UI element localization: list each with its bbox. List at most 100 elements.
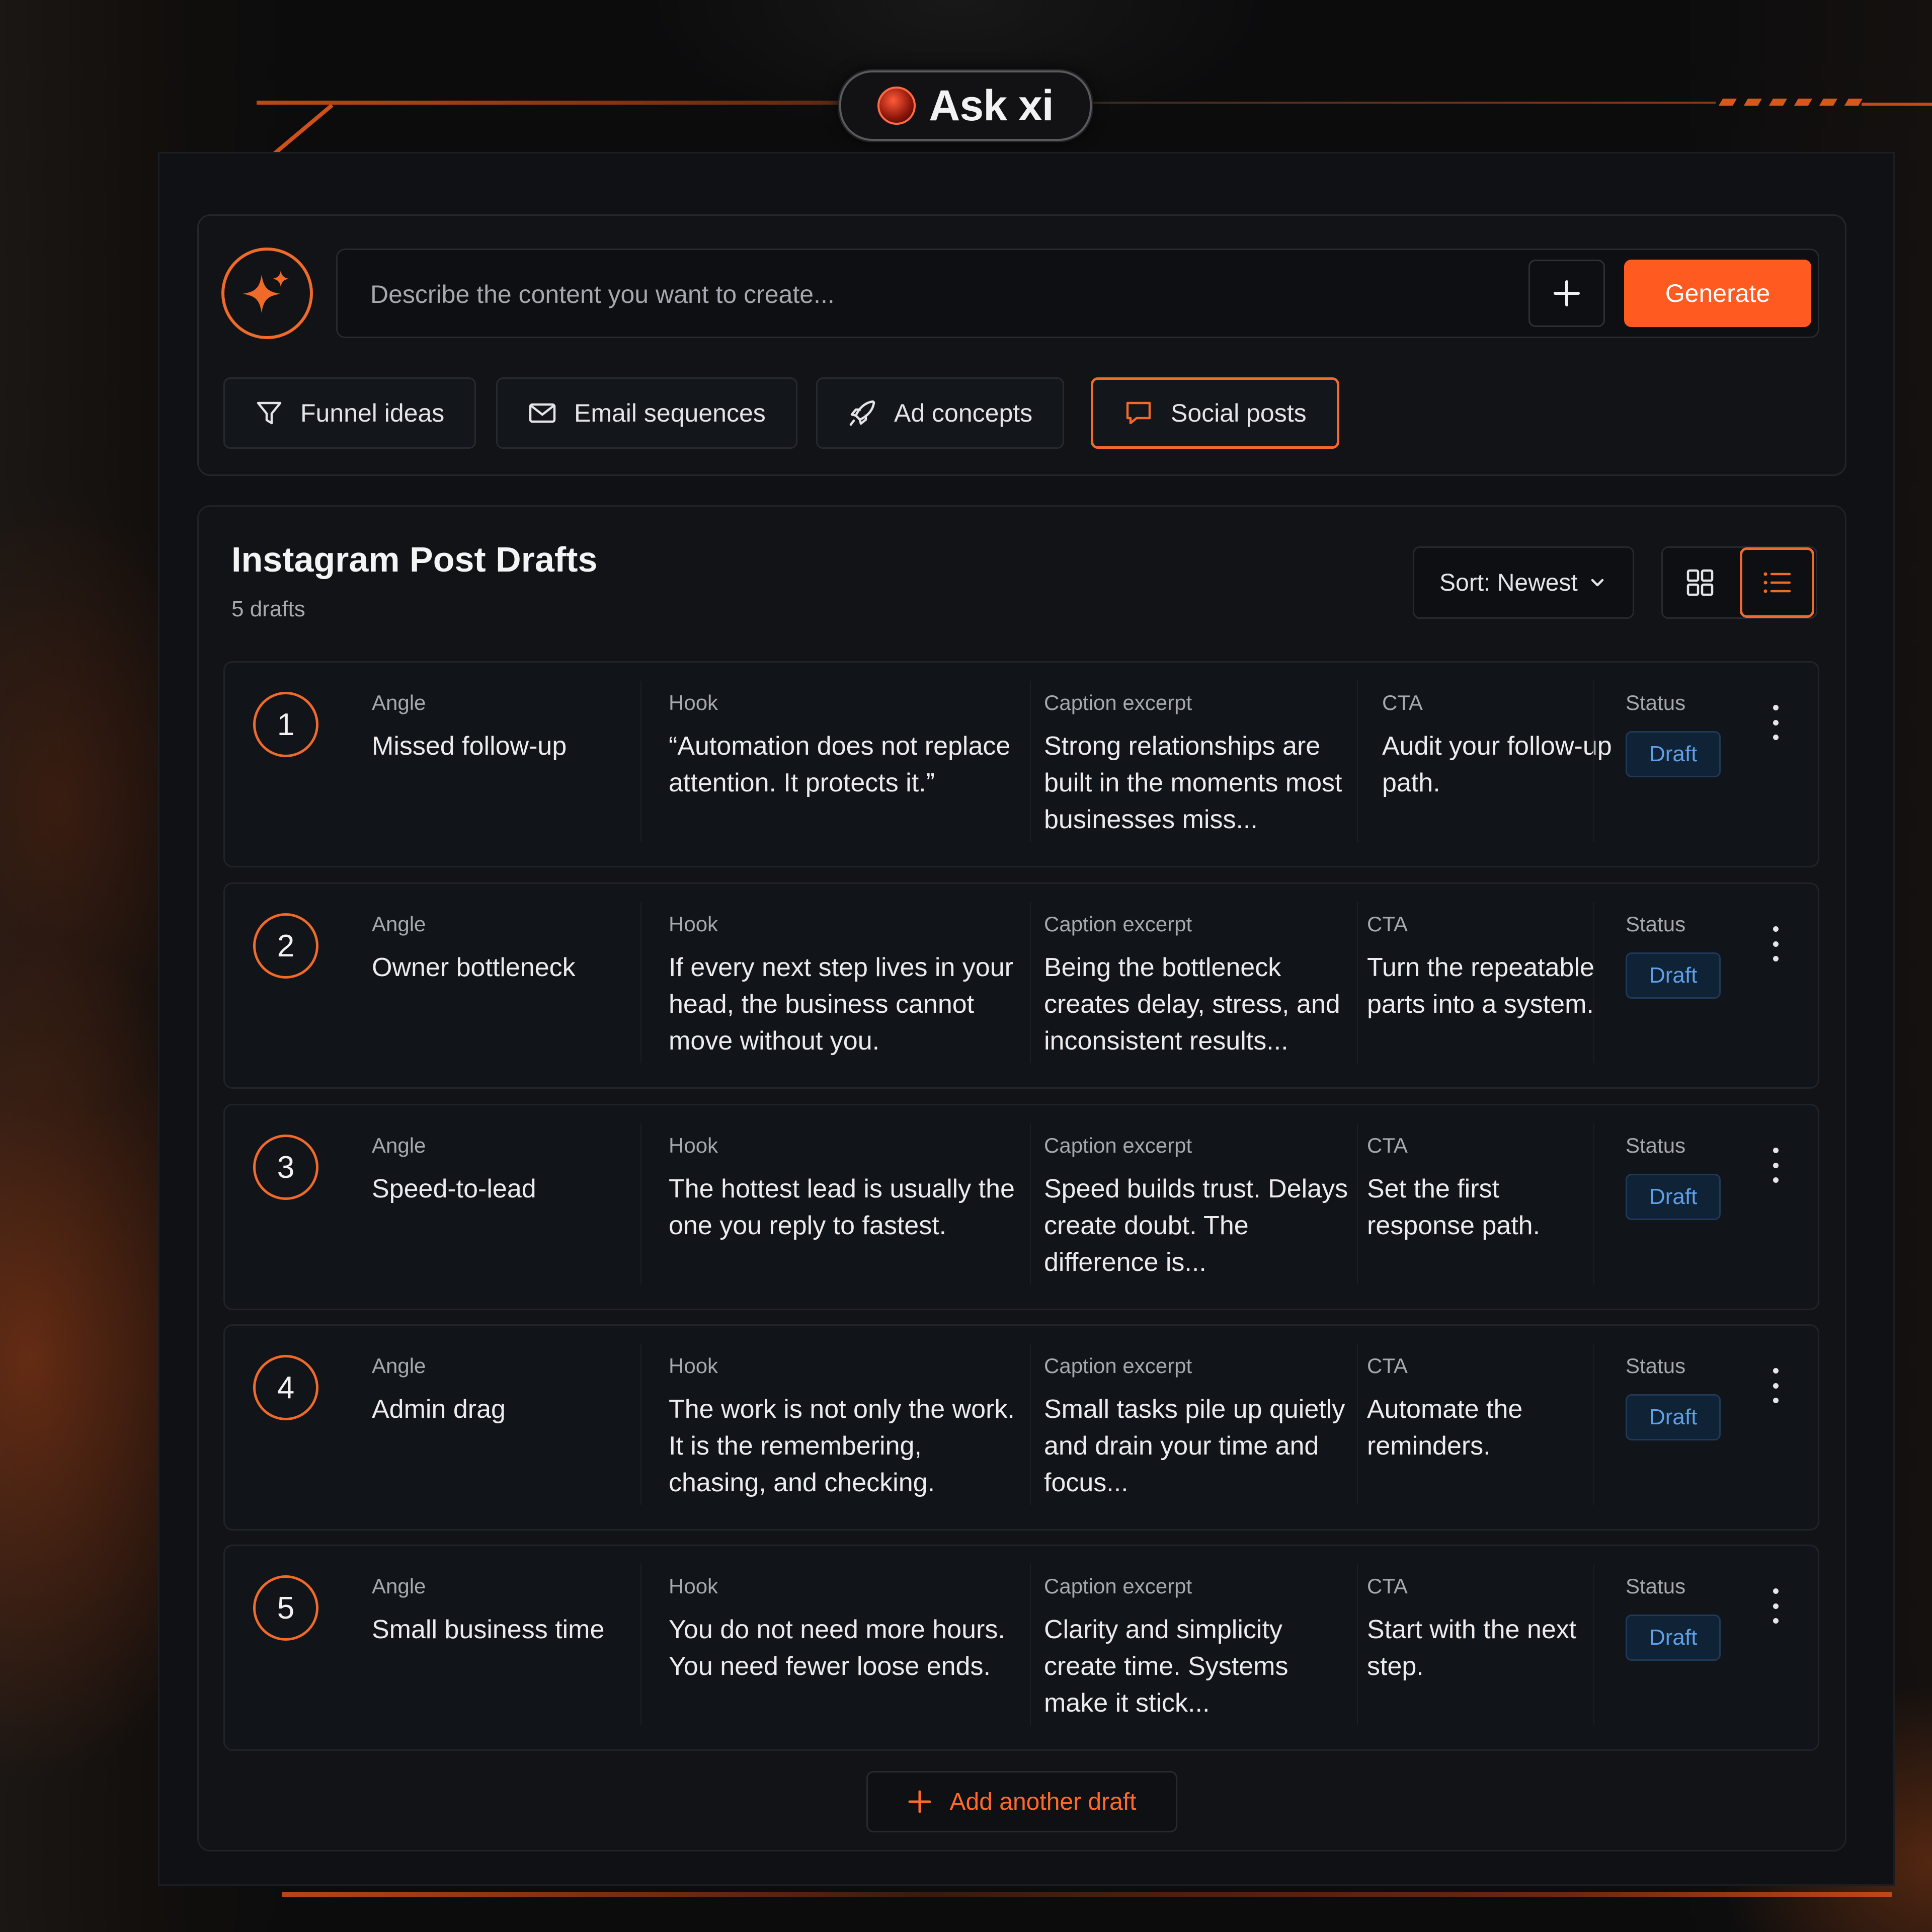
more-options-icon[interactable]: [1765, 1148, 1786, 1183]
cta-value: Turn the repeatable parts into a system.: [1367, 953, 1594, 1019]
draft-number: 4: [253, 1355, 318, 1420]
hook-value: The hottest lead is usually the one you …: [669, 1174, 1015, 1240]
angle-value: Small business time: [372, 1615, 605, 1644]
frame-accent: [282, 1892, 1892, 1897]
sparkle-icon: [221, 248, 313, 339]
caption-value: Strong relationships are built in the mo…: [1044, 732, 1342, 834]
hook-value: You do not need more hours. You need few…: [669, 1615, 1005, 1681]
hook-value: The work is not only the work. It is the…: [669, 1395, 1015, 1497]
frame-accent: [1862, 103, 1932, 106]
sort-dropdown[interactable]: Sort: Newest: [1413, 546, 1634, 619]
drafts-count: 5 drafts: [231, 597, 305, 621]
draft-row-3[interactable]: 3 Angle Speed-to-lead Hook The hottest lea…: [223, 1104, 1819, 1310]
rocket-icon: [849, 400, 875, 426]
cta-value: Set the first response path.: [1367, 1174, 1541, 1240]
status-badge: Draft: [1626, 1174, 1721, 1220]
status-badge: Draft: [1626, 1615, 1721, 1661]
draft-row-1[interactable]: 1 Angle Missed follow-up Hook “Automation …: [223, 661, 1819, 867]
draft-row-4[interactable]: 4 Angle Admin drag Hook The work is not on…: [223, 1324, 1819, 1531]
plus-icon: [908, 1790, 931, 1813]
angle-label: Angle: [372, 1354, 426, 1378]
caption-label: Caption excerpt: [1044, 1574, 1192, 1598]
drafts-title: Instagram Post Drafts: [231, 540, 598, 579]
draft-number: 5: [253, 1575, 318, 1641]
orb-logo-icon: [877, 87, 916, 125]
cta-value: Start with the next step.: [1367, 1615, 1577, 1681]
cta-label: CTA: [1367, 1574, 1408, 1598]
list-view-button[interactable]: [1740, 547, 1814, 618]
more-options-icon[interactable]: [1765, 1588, 1786, 1624]
cta-label: CTA: [1367, 1134, 1408, 1157]
draft-number: 2: [253, 913, 318, 979]
add-draft-button[interactable]: Add another draft: [866, 1771, 1177, 1832]
draft-row-5[interactable]: 5 Angle Small business time Hook You do no…: [223, 1545, 1819, 1751]
angle-value: Owner bottleneck: [372, 953, 576, 982]
draft-row-2[interactable]: 2 Angle Owner bottleneck Hook If every nex…: [223, 882, 1819, 1089]
frame-dashes: [1718, 99, 1863, 106]
generate-button[interactable]: Generate: [1624, 260, 1811, 327]
caption-label: Caption excerpt: [1044, 1354, 1192, 1378]
plus-icon: [1554, 280, 1580, 306]
caption-label: Caption excerpt: [1044, 912, 1192, 936]
cta-label: CTA: [1367, 1354, 1408, 1378]
draft-number: 3: [253, 1135, 318, 1200]
prompt-placeholder: Describe the content you want to create.…: [370, 280, 835, 308]
cta-label: CTA: [1367, 912, 1408, 936]
chip-social-posts[interactable]: Social posts: [1091, 377, 1339, 449]
chip-label: Social posts: [1171, 399, 1307, 427]
frame-accent: [257, 101, 840, 105]
attach-button[interactable]: [1528, 260, 1605, 327]
angle-label: Angle: [372, 1134, 426, 1157]
chat-bubble-icon: [1126, 401, 1151, 425]
funnel-icon: [257, 401, 282, 425]
hook-value: If every next step lives in your head, t…: [669, 953, 1013, 1056]
cta-value: Audit your follow-up path.: [1382, 732, 1612, 797]
status-label: Status: [1626, 691, 1686, 714]
more-options-icon[interactable]: [1765, 1368, 1786, 1403]
chip-email-sequences[interactable]: Email sequences: [496, 377, 797, 449]
status-badge: Draft: [1626, 952, 1721, 999]
status-label: Status: [1626, 1134, 1686, 1157]
frame-accent: [1092, 102, 1716, 104]
cta-value: Automate the reminders.: [1367, 1395, 1523, 1461]
caption-value: Small tasks pile up quietly and drain yo…: [1044, 1395, 1345, 1497]
caption-value: Being the bottleneck creates delay, stre…: [1044, 953, 1340, 1056]
chip-label: Ad concepts: [894, 399, 1033, 427]
status-label: Status: [1626, 1574, 1686, 1598]
chip-label: Email sequences: [574, 399, 766, 427]
more-options-icon[interactable]: [1765, 705, 1786, 740]
brand-header: Ask xi: [839, 70, 1092, 141]
caption-label: Caption excerpt: [1044, 691, 1192, 714]
status-label: Status: [1626, 912, 1686, 936]
hook-label: Hook: [669, 912, 718, 936]
caption-value: Speed builds trust. Delays create doubt.…: [1044, 1174, 1348, 1277]
cta-label: CTA: [1382, 691, 1423, 714]
mail-icon: [529, 403, 556, 423]
status-label: Status: [1626, 1354, 1686, 1378]
chip-funnel-ideas[interactable]: Funnel ideas: [223, 377, 476, 449]
angle-label: Angle: [372, 691, 426, 714]
status-badge: Draft: [1626, 731, 1721, 777]
more-options-icon[interactable]: [1765, 926, 1786, 961]
draft-number: 1: [253, 692, 318, 757]
grid-view-button[interactable]: [1662, 547, 1738, 618]
hook-value: “Automation does not replace attention. …: [669, 732, 1011, 797]
hook-label: Hook: [669, 691, 718, 714]
status-badge: Draft: [1626, 1394, 1721, 1440]
angle-label: Angle: [372, 912, 426, 936]
caption-value: Clarity and simplicity create time. Syst…: [1044, 1615, 1289, 1718]
hook-label: Hook: [669, 1134, 718, 1157]
angle-value: Admin drag: [372, 1395, 506, 1424]
list-icon: [1763, 572, 1791, 593]
chip-ad-concepts[interactable]: Ad concepts: [816, 377, 1065, 449]
chevron-down-icon: [1591, 579, 1604, 587]
brand-name: Ask xi: [929, 81, 1054, 130]
add-draft-label: Add another draft: [949, 1788, 1137, 1815]
grid-icon: [1686, 569, 1714, 596]
angle-value: Speed-to-lead: [372, 1174, 536, 1203]
hook-label: Hook: [669, 1574, 718, 1598]
caption-label: Caption excerpt: [1044, 1134, 1192, 1157]
angle-label: Angle: [372, 1574, 426, 1598]
chip-label: Funnel ideas: [300, 399, 445, 427]
sort-label: Sort: Newest: [1439, 569, 1578, 596]
